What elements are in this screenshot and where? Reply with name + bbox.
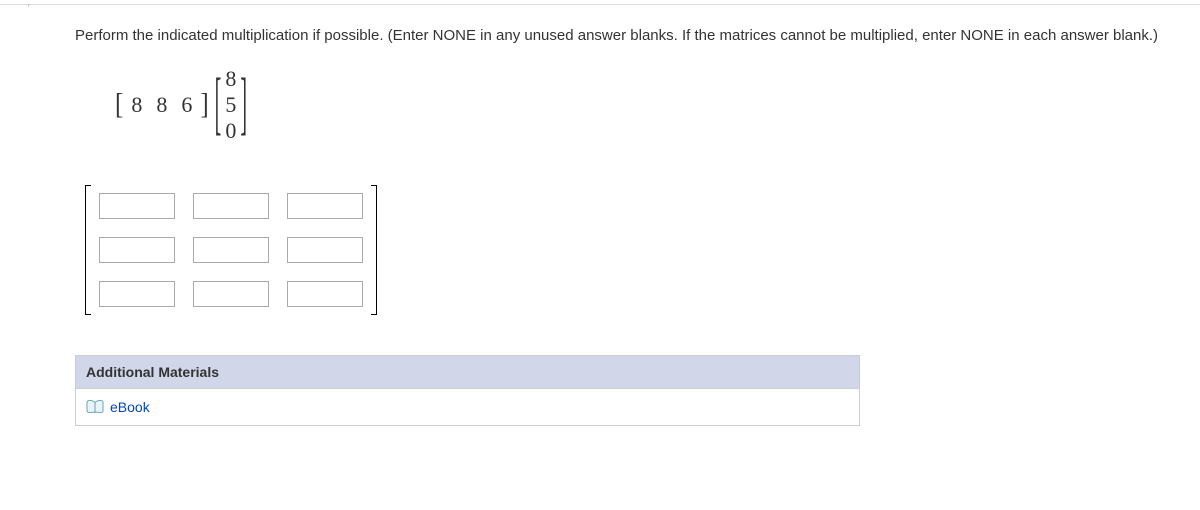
row-elements: 8 8 6 [131,92,192,118]
answer-row [99,237,363,263]
matrix-element: 8 [225,66,236,92]
book-icon [86,400,104,414]
answer-bracket-left [85,185,91,315]
matrix-element: 0 [225,118,236,144]
answer-input-1-1[interactable] [193,237,269,263]
answer-input-2-0[interactable] [99,281,175,307]
column-elements: 8 5 0 [225,66,236,145]
answer-input-1-0[interactable] [99,237,175,263]
answer-grid [99,185,363,315]
bracket-right: ] [240,70,247,140]
additional-materials-box: Additional Materials eBook [75,355,860,426]
border-mark [28,4,31,7]
additional-materials-header: Additional Materials [76,356,859,389]
column-matrix: [ 8 5 0 ] [215,66,247,145]
answer-row [99,193,363,219]
bracket-right: ] [200,88,208,122]
matrix-element: 5 [225,92,236,118]
answer-input-0-1[interactable] [193,193,269,219]
question-container: Perform the indicated multiplication if … [0,4,1200,446]
bracket-left: [ [215,70,222,140]
question-text: Perform the indicated multiplication if … [75,25,1180,48]
row-matrix: [ 8 8 6 ] [115,91,209,119]
answer-matrix [85,185,1180,315]
answer-input-0-0[interactable] [99,193,175,219]
answer-input-1-2[interactable] [287,237,363,263]
matrix-element: 8 [156,92,167,118]
matrix-element: 6 [181,92,192,118]
ebook-link[interactable]: eBook [76,389,859,425]
answer-row [99,281,363,307]
ebook-text: eBook [110,399,150,415]
answer-bracket-right [371,185,377,315]
matrix-expression: [ 8 8 6 ] [ 8 5 0 ] [115,66,1180,145]
bracket-left: [ [115,88,123,122]
answer-input-2-2[interactable] [287,281,363,307]
answer-input-2-1[interactable] [193,281,269,307]
answer-input-0-2[interactable] [287,193,363,219]
matrix-element: 8 [131,92,142,118]
